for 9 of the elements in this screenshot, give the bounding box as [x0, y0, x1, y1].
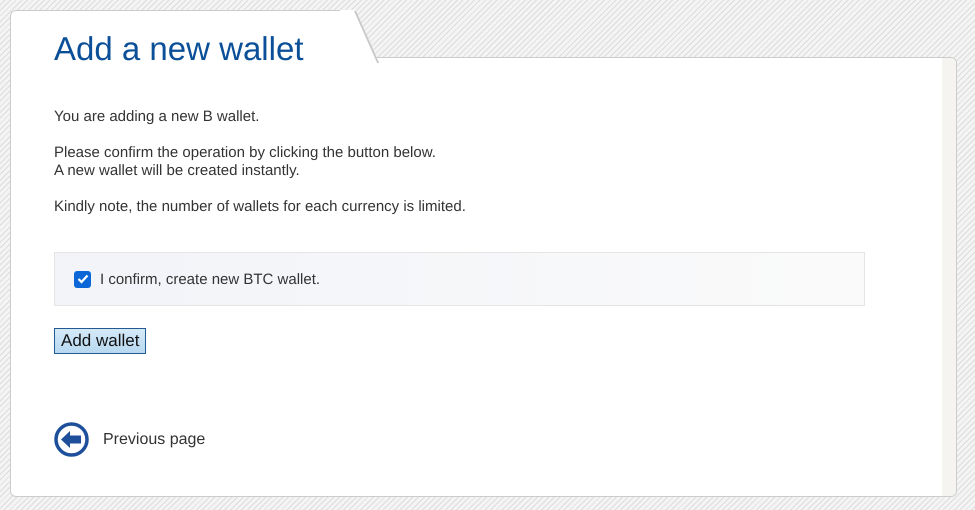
body-text: A new wallet will be created instantly. [54, 162, 301, 180]
body-text: Please confirm the operation by clicking the button below. [54, 144, 437, 162]
page-title: Add a new wallet [54, 29, 304, 69]
confirm-label: I confirm, create new BTC wallet. [100, 270, 320, 288]
body-text: You are adding a new B wallet. [54, 108, 260, 126]
confirm-checkbox[interactable] [74, 270, 91, 288]
previous-page-link[interactable]: Previous page [103, 430, 206, 448]
body-text: Kindly note, the number of wallets for each currency is limited. [54, 198, 467, 216]
add-wallet-button[interactable]: Add wallet [54, 328, 146, 354]
